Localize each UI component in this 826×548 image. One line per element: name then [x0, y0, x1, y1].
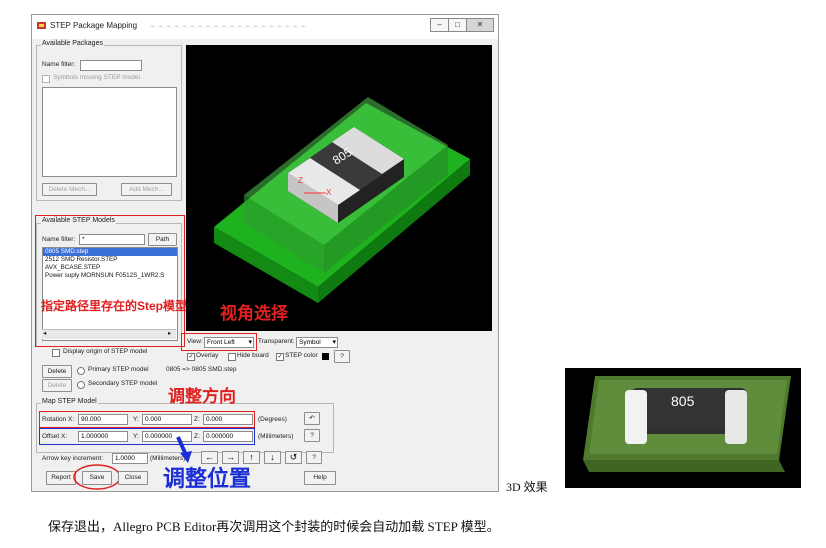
preview-scene: 805	[583, 376, 791, 472]
hide-board-label: Hide board	[237, 352, 269, 359]
title-bar: STEP Package Mapping ⌁ ⌁ ⌁ ⌁ ⌁ ⌁ ⌁ ⌁ ⌁ ⌁…	[32, 15, 498, 39]
display-origin-label: Display origin of STEP model	[63, 348, 148, 355]
rotation-y-label: Y:	[133, 416, 139, 423]
step-path-annotation: 指定路径里存在的Step模型	[41, 299, 188, 313]
transparent-select[interactable]: Symbol ▾	[296, 337, 338, 348]
maximize-button[interactable]: □	[448, 18, 467, 32]
step-models-legend: Available STEP Models	[41, 217, 116, 224]
step-package-mapping-window: STEP Package Mapping ⌁ ⌁ ⌁ ⌁ ⌁ ⌁ ⌁ ⌁ ⌁ ⌁…	[31, 14, 499, 492]
offset-y-label: Y:	[133, 433, 139, 440]
step-name-filter-input[interactable]: *	[79, 234, 145, 245]
primary-radio[interactable]	[77, 367, 85, 375]
view-select-value: Front Left	[207, 339, 235, 346]
millimeters-label: (Millimeters)	[258, 433, 294, 440]
toolbar-ghost-icons: ⌁ ⌁ ⌁ ⌁ ⌁ ⌁ ⌁ ⌁ ⌁ ⌁ ⌁ ⌁ ⌁ ⌁ ⌁ ⌁ ⌁ ⌁ ⌁ ⌁	[150, 21, 306, 31]
package-name-filter-input[interactable]	[80, 60, 142, 71]
step-list-hscrollbar[interactable]: ◂ ▸	[42, 329, 176, 339]
viewport-scene: 805 Z X	[214, 97, 470, 303]
position-annotation: 调整位置	[163, 466, 252, 491]
direction-annotation: 调整方向	[168, 387, 236, 406]
transparent-chevron-down-icon: ▾	[332, 339, 336, 346]
view-label: View:	[187, 338, 203, 345]
degrees-label: (Degrees)	[258, 416, 287, 423]
3d-preview-image: 805	[565, 368, 801, 488]
scroll-left-icon[interactable]: ◂	[43, 329, 46, 337]
rotation-x-input[interactable]: 90.000	[78, 414, 128, 425]
scroll-right-icon[interactable]: ▸	[168, 329, 171, 337]
rotation-z-input[interactable]: 0.000	[203, 414, 253, 425]
map-step-model-legend: Map STEP Model	[41, 398, 98, 405]
step-name-filter-label: Name filter:	[42, 236, 76, 243]
window-title: STEP Package Mapping	[50, 21, 138, 30]
rotation-y-input[interactable]: 0.000	[142, 414, 192, 425]
close-button[interactable]: Close	[118, 471, 148, 485]
preview-component-label: 805	[671, 393, 695, 409]
step-model-list[interactable]: 0805 SMD.step 2512 SMD Resistor.STEP AVX…	[42, 247, 178, 341]
offset-z-input[interactable]: 0.000000	[203, 431, 253, 442]
delete-secondary-button[interactable]: Delete	[42, 379, 72, 392]
rotate-icon[interactable]: ↶	[304, 412, 320, 425]
symbols-missing-checkbox[interactable]	[42, 75, 50, 83]
transparent-select-value: Symbol	[299, 339, 321, 346]
view-chevron-down-icon: ▾	[248, 339, 252, 346]
map-help-button[interactable]: ?	[304, 429, 320, 442]
view-select[interactable]: Front Left ▾	[204, 337, 254, 348]
arrow-down-icon[interactable]: ↓	[264, 451, 281, 464]
effect-3d-label: 3D 效果	[506, 480, 548, 494]
primary-label: Primary STEP model	[88, 366, 149, 373]
secondary-radio[interactable]	[77, 381, 85, 389]
rotate-ccw-icon[interactable]: ↺	[285, 451, 302, 464]
step-color-checkbox[interactable]: ✓	[276, 353, 284, 361]
preview-terminal-left	[625, 390, 647, 444]
save-highlight-ellipse	[73, 464, 121, 490]
axis-x-label: X	[326, 188, 332, 197]
package-list[interactable]	[42, 87, 177, 177]
overlay-checkbox[interactable]: ✓	[187, 353, 195, 361]
axis-z-label: Z	[298, 176, 303, 185]
step-color-swatch[interactable]	[322, 353, 329, 360]
overlay-label: Overlay	[196, 352, 219, 359]
arrow-help-button[interactable]: ?	[306, 451, 322, 464]
view-annotation: 视角选择	[220, 304, 288, 323]
view-help-button[interactable]: ?	[334, 350, 350, 363]
rotation-z-label: Z:	[194, 416, 200, 423]
minimize-button[interactable]: –	[430, 18, 449, 32]
offset-x-label: Offset X:	[42, 433, 68, 440]
arrow-increment-label: Arrow key increment:	[42, 455, 104, 462]
path-button[interactable]: Path	[148, 233, 177, 246]
display-origin-checkbox[interactable]	[52, 349, 60, 357]
step-model-item[interactable]: 0805 SMD.step	[43, 248, 177, 256]
add-mech-button[interactable]: Add Mech...	[121, 183, 172, 196]
step-model-item[interactable]: 2512 SMD Resistor.STEP	[43, 256, 177, 264]
step-color-label: STEP color	[285, 352, 318, 359]
package-name-filter-label: Name filter:	[42, 61, 76, 68]
app-icon	[37, 22, 46, 29]
preview-board-front	[583, 460, 785, 472]
step-model-item[interactable]: Power suply MORNSUN F0512S_1WR2.S	[43, 272, 177, 280]
mapping-text: 0805 => 0805 SMD.step	[166, 366, 237, 373]
delete-mech-button[interactable]: Delete Mech...	[42, 183, 97, 196]
3d-viewport[interactable]: 805 Z X	[186, 45, 492, 331]
caption-text: 保存退出，Allegro PCB Editor再次调用这个封装的时候会自动加载 …	[48, 519, 500, 534]
secondary-label: Secondary STEP model	[88, 380, 158, 387]
step-model-item[interactable]: AVX_BCASE.STEP	[43, 264, 177, 272]
offset-x-input[interactable]: 1.000000	[78, 431, 128, 442]
delete-primary-button[interactable]: Delete	[42, 365, 72, 378]
close-window-button[interactable]: ✕	[466, 18, 494, 32]
rotation-x-label: Rotation X:	[42, 416, 75, 423]
transparent-label: Transparent:	[258, 338, 295, 345]
help-button[interactable]: Help	[304, 471, 336, 485]
hide-board-checkbox[interactable]	[228, 353, 236, 361]
symbols-missing-label: Symbols missing STEP model	[53, 74, 140, 81]
preview-terminal-right	[725, 390, 747, 444]
available-packages-legend: Available Packages	[41, 40, 104, 47]
